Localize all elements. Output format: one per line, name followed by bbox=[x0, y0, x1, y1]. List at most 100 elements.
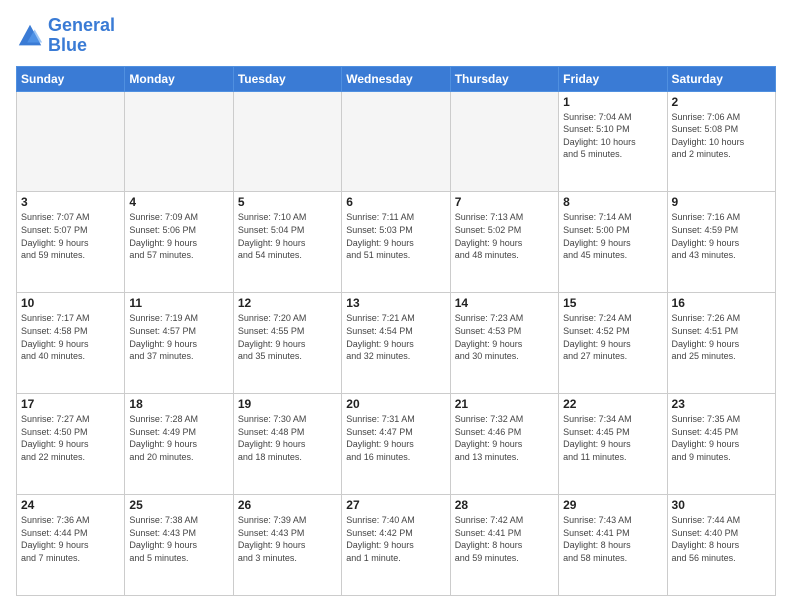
day-number: 9 bbox=[672, 195, 771, 209]
day-info: Sunrise: 7:21 AM Sunset: 4:54 PM Dayligh… bbox=[346, 312, 445, 362]
day-info: Sunrise: 7:20 AM Sunset: 4:55 PM Dayligh… bbox=[238, 312, 337, 362]
day-number: 23 bbox=[672, 397, 771, 411]
day-info: Sunrise: 7:32 AM Sunset: 4:46 PM Dayligh… bbox=[455, 413, 554, 463]
calendar-cell: 6 Sunrise: 7:11 AM Sunset: 5:03 PM Daylig… bbox=[342, 192, 450, 293]
calendar-table: SundayMondayTuesdayWednesdayThursdayFrid… bbox=[16, 66, 776, 596]
calendar-cell: 24 Sunrise: 7:36 AM Sunset: 4:44 PM Dayli… bbox=[17, 495, 125, 596]
day-info: Sunrise: 7:43 AM Sunset: 4:41 PM Dayligh… bbox=[563, 514, 662, 564]
day-info: Sunrise: 7:26 AM Sunset: 4:51 PM Dayligh… bbox=[672, 312, 771, 362]
day-info: Sunrise: 7:06 AM Sunset: 5:08 PM Dayligh… bbox=[672, 111, 771, 161]
weekday-header: Thursday bbox=[450, 66, 558, 91]
calendar-cell: 11Sunrise: 7:19 AM Sunset: 4:57 PM Dayli… bbox=[125, 293, 233, 394]
weekday-header: Saturday bbox=[667, 66, 775, 91]
calendar-cell bbox=[450, 91, 558, 192]
calendar-cell: 16 Sunrise: 7:26 AM Sunset: 4:51 PM Dayli… bbox=[667, 293, 775, 394]
calendar-cell: 18 Sunrise: 7:28 AM Sunset: 4:49 PM Dayli… bbox=[125, 394, 233, 495]
day-info: Sunrise: 7:30 AM Sunset: 4:48 PM Dayligh… bbox=[238, 413, 337, 463]
day-info: Sunrise: 7:34 AM Sunset: 4:45 PM Dayligh… bbox=[563, 413, 662, 463]
calendar-cell: 26Sunrise: 7:39 AM Sunset: 4:43 PM Dayli… bbox=[233, 495, 341, 596]
day-number: 20 bbox=[346, 397, 445, 411]
calendar-week: 10 Sunrise: 7:17 AM Sunset: 4:58 PM Dayli… bbox=[17, 293, 776, 394]
calendar-cell: 28 Sunrise: 7:42 AM Sunset: 4:41 PM Dayli… bbox=[450, 495, 558, 596]
calendar-header: SundayMondayTuesdayWednesdayThursdayFrid… bbox=[17, 66, 776, 91]
day-info: Sunrise: 7:31 AM Sunset: 4:47 PM Dayligh… bbox=[346, 413, 445, 463]
day-info: Sunrise: 7:36 AM Sunset: 4:44 PM Dayligh… bbox=[21, 514, 120, 564]
day-number: 18 bbox=[129, 397, 228, 411]
day-info: Sunrise: 7:44 AM Sunset: 4:40 PM Dayligh… bbox=[672, 514, 771, 564]
day-number: 2 bbox=[672, 95, 771, 109]
calendar-cell: 27Sunrise: 7:40 AM Sunset: 4:42 PM Dayli… bbox=[342, 495, 450, 596]
day-number: 24 bbox=[21, 498, 120, 512]
day-info: Sunrise: 7:28 AM Sunset: 4:49 PM Dayligh… bbox=[129, 413, 228, 463]
day-number: 10 bbox=[21, 296, 120, 310]
calendar-cell: 12 Sunrise: 7:20 AM Sunset: 4:55 PM Dayli… bbox=[233, 293, 341, 394]
day-number: 27 bbox=[346, 498, 445, 512]
day-number: 13 bbox=[346, 296, 445, 310]
calendar-cell: 21 Sunrise: 7:32 AM Sunset: 4:46 PM Dayli… bbox=[450, 394, 558, 495]
day-number: 3 bbox=[21, 195, 120, 209]
logo-text: General Blue bbox=[48, 16, 115, 56]
day-number: 30 bbox=[672, 498, 771, 512]
calendar-cell: 15 Sunrise: 7:24 AM Sunset: 4:52 PM Dayli… bbox=[559, 293, 667, 394]
calendar-cell: 9Sunrise: 7:16 AM Sunset: 4:59 PM Daylig… bbox=[667, 192, 775, 293]
day-number: 8 bbox=[563, 195, 662, 209]
day-number: 1 bbox=[563, 95, 662, 109]
calendar-week: 17 Sunrise: 7:27 AM Sunset: 4:50 PM Dayli… bbox=[17, 394, 776, 495]
day-info: Sunrise: 7:35 AM Sunset: 4:45 PM Dayligh… bbox=[672, 413, 771, 463]
day-info: Sunrise: 7:17 AM Sunset: 4:58 PM Dayligh… bbox=[21, 312, 120, 362]
day-info: Sunrise: 7:10 AM Sunset: 5:04 PM Dayligh… bbox=[238, 211, 337, 261]
day-number: 5 bbox=[238, 195, 337, 209]
calendar-cell: 4 Sunrise: 7:09 AM Sunset: 5:06 PM Daylig… bbox=[125, 192, 233, 293]
day-number: 25 bbox=[129, 498, 228, 512]
day-number: 28 bbox=[455, 498, 554, 512]
calendar-cell bbox=[125, 91, 233, 192]
day-number: 15 bbox=[563, 296, 662, 310]
day-info: Sunrise: 7:38 AM Sunset: 4:43 PM Dayligh… bbox=[129, 514, 228, 564]
weekday-header: Friday bbox=[559, 66, 667, 91]
calendar-cell: 2 Sunrise: 7:06 AM Sunset: 5:08 PM Daylig… bbox=[667, 91, 775, 192]
calendar-cell: 8 Sunrise: 7:14 AM Sunset: 5:00 PM Daylig… bbox=[559, 192, 667, 293]
calendar-week: 1 Sunrise: 7:04 AM Sunset: 5:10 PM Daylig… bbox=[17, 91, 776, 192]
calendar-cell: 20 Sunrise: 7:31 AM Sunset: 4:47 PM Dayli… bbox=[342, 394, 450, 495]
day-info: Sunrise: 7:24 AM Sunset: 4:52 PM Dayligh… bbox=[563, 312, 662, 362]
day-number: 6 bbox=[346, 195, 445, 209]
calendar-cell: 22Sunrise: 7:34 AM Sunset: 4:45 PM Dayli… bbox=[559, 394, 667, 495]
day-number: 16 bbox=[672, 296, 771, 310]
header: General Blue bbox=[16, 16, 776, 56]
day-number: 4 bbox=[129, 195, 228, 209]
day-info: Sunrise: 7:13 AM Sunset: 5:02 PM Dayligh… bbox=[455, 211, 554, 261]
day-number: 17 bbox=[21, 397, 120, 411]
logo: General Blue bbox=[16, 16, 115, 56]
day-info: Sunrise: 7:23 AM Sunset: 4:53 PM Dayligh… bbox=[455, 312, 554, 362]
day-info: Sunrise: 7:11 AM Sunset: 5:03 PM Dayligh… bbox=[346, 211, 445, 261]
calendar-cell bbox=[17, 91, 125, 192]
day-number: 12 bbox=[238, 296, 337, 310]
calendar-cell: 14 Sunrise: 7:23 AM Sunset: 4:53 PM Dayli… bbox=[450, 293, 558, 394]
calendar-cell: 25 Sunrise: 7:38 AM Sunset: 4:43 PM Dayli… bbox=[125, 495, 233, 596]
calendar-cell: 13 Sunrise: 7:21 AM Sunset: 4:54 PM Dayli… bbox=[342, 293, 450, 394]
day-info: Sunrise: 7:14 AM Sunset: 5:00 PM Dayligh… bbox=[563, 211, 662, 261]
calendar-cell: 10 Sunrise: 7:17 AM Sunset: 4:58 PM Dayli… bbox=[17, 293, 125, 394]
logo-icon bbox=[16, 22, 44, 50]
calendar-cell: 1 Sunrise: 7:04 AM Sunset: 5:10 PM Daylig… bbox=[559, 91, 667, 192]
day-number: 21 bbox=[455, 397, 554, 411]
weekday-header: Tuesday bbox=[233, 66, 341, 91]
calendar-cell bbox=[342, 91, 450, 192]
day-info: Sunrise: 7:39 AM Sunset: 4:43 PM Dayligh… bbox=[238, 514, 337, 564]
day-info: Sunrise: 7:42 AM Sunset: 4:41 PM Dayligh… bbox=[455, 514, 554, 564]
calendar-cell: 17 Sunrise: 7:27 AM Sunset: 4:50 PM Dayli… bbox=[17, 394, 125, 495]
page: General Blue SundayMondayTuesdayWednesda… bbox=[0, 0, 792, 612]
calendar-cell bbox=[233, 91, 341, 192]
calendar-week: 24 Sunrise: 7:36 AM Sunset: 4:44 PM Dayli… bbox=[17, 495, 776, 596]
day-info: Sunrise: 7:09 AM Sunset: 5:06 PM Dayligh… bbox=[129, 211, 228, 261]
calendar-cell: 23 Sunrise: 7:35 AM Sunset: 4:45 PM Dayli… bbox=[667, 394, 775, 495]
weekday-header: Monday bbox=[125, 66, 233, 91]
day-number: 14 bbox=[455, 296, 554, 310]
day-info: Sunrise: 7:04 AM Sunset: 5:10 PM Dayligh… bbox=[563, 111, 662, 161]
day-info: Sunrise: 7:27 AM Sunset: 4:50 PM Dayligh… bbox=[21, 413, 120, 463]
calendar-cell: 19Sunrise: 7:30 AM Sunset: 4:48 PM Dayli… bbox=[233, 394, 341, 495]
weekday-header: Wednesday bbox=[342, 66, 450, 91]
calendar-cell: 7Sunrise: 7:13 AM Sunset: 5:02 PM Daylig… bbox=[450, 192, 558, 293]
weekday-header: Sunday bbox=[17, 66, 125, 91]
calendar-body: 1 Sunrise: 7:04 AM Sunset: 5:10 PM Daylig… bbox=[17, 91, 776, 595]
